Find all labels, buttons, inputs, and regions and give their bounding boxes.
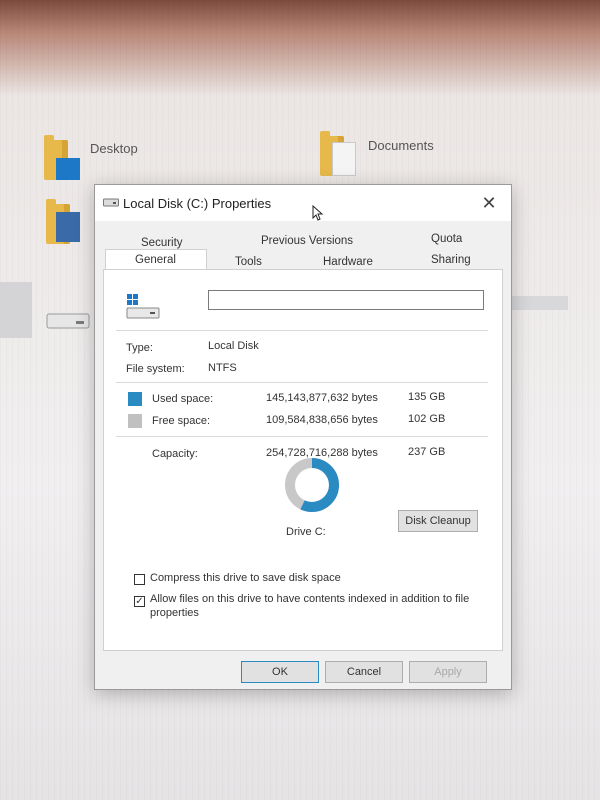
tab-security[interactable]: Security — [141, 237, 183, 249]
used-space-size: 135 GB — [408, 391, 446, 403]
tab-hardware[interactable]: Hardware — [323, 256, 373, 268]
capacity-size: 237 GB — [408, 446, 446, 458]
documents-folder-icon[interactable] — [320, 131, 356, 176]
drive-icon[interactable] — [46, 310, 90, 330]
apply-button[interactable]: Apply — [409, 661, 487, 683]
used-space-bytes: 145,143,877,632 bytes — [266, 392, 378, 404]
tab-previous-versions[interactable]: Previous Versions — [261, 235, 353, 247]
general-tab-panel: Type: Local Disk File system: NTFS Used … — [103, 269, 503, 651]
separator — [116, 382, 488, 383]
index-label[interactable]: Allow files on this drive to have conten… — [150, 592, 470, 620]
drive-label: Drive C: — [286, 526, 326, 538]
desktop-folder-icon[interactable] — [44, 135, 80, 180]
free-space-size: 102 GB — [408, 413, 446, 425]
type-label: Type: — [126, 342, 153, 354]
dialog-titlebar[interactable]: Local Disk (C:) Properties ✕ — [95, 185, 511, 221]
used-space-label: Used space: — [152, 393, 214, 405]
used-space-swatch — [128, 392, 142, 406]
file-system-value: NTFS — [208, 362, 237, 374]
pictures-folder-icon[interactable] — [46, 199, 80, 244]
properties-dialog: Local Disk (C:) Properties ✕ Security Pr… — [94, 184, 512, 690]
free-space-bytes: 109,584,838,656 bytes — [266, 414, 378, 426]
cancel-button[interactable]: Cancel — [325, 661, 403, 683]
drive-title-icon — [103, 198, 119, 207]
ok-button[interactable]: OK — [241, 661, 319, 683]
close-button[interactable]: ✕ — [475, 191, 503, 215]
tab-general[interactable]: General — [135, 254, 176, 266]
disk-usage-donut — [285, 458, 339, 512]
disk-cleanup-button[interactable]: Disk Cleanup — [398, 510, 478, 532]
separator — [116, 436, 488, 437]
tab-sharing[interactable]: Sharing — [431, 254, 471, 266]
explorer-panel-edge — [0, 282, 32, 338]
free-space-swatch — [128, 414, 142, 428]
tab-tools[interactable]: Tools — [235, 256, 262, 268]
drive-name-input[interactable] — [208, 290, 484, 310]
separator — [116, 330, 488, 331]
documents-folder-label[interactable]: Documents — [368, 138, 434, 153]
capacity-label: Capacity: — [152, 448, 198, 460]
drive-large-icon — [126, 294, 160, 319]
dialog-title: Local Disk (C:) Properties — [123, 196, 272, 211]
compress-checkbox[interactable] — [134, 574, 145, 585]
tab-quota[interactable]: Quota — [431, 233, 462, 245]
compress-label[interactable]: Compress this drive to save disk space — [150, 572, 341, 584]
type-value: Local Disk — [208, 340, 259, 352]
index-checkbox[interactable]: ✓ — [134, 596, 145, 607]
free-space-label: Free space: — [152, 415, 211, 427]
mouse-cursor-icon — [312, 205, 324, 221]
desktop-folder-label[interactable]: Desktop — [90, 141, 138, 156]
file-system-label: File system: — [126, 363, 185, 375]
explorer-panel-edge-right — [508, 296, 568, 310]
